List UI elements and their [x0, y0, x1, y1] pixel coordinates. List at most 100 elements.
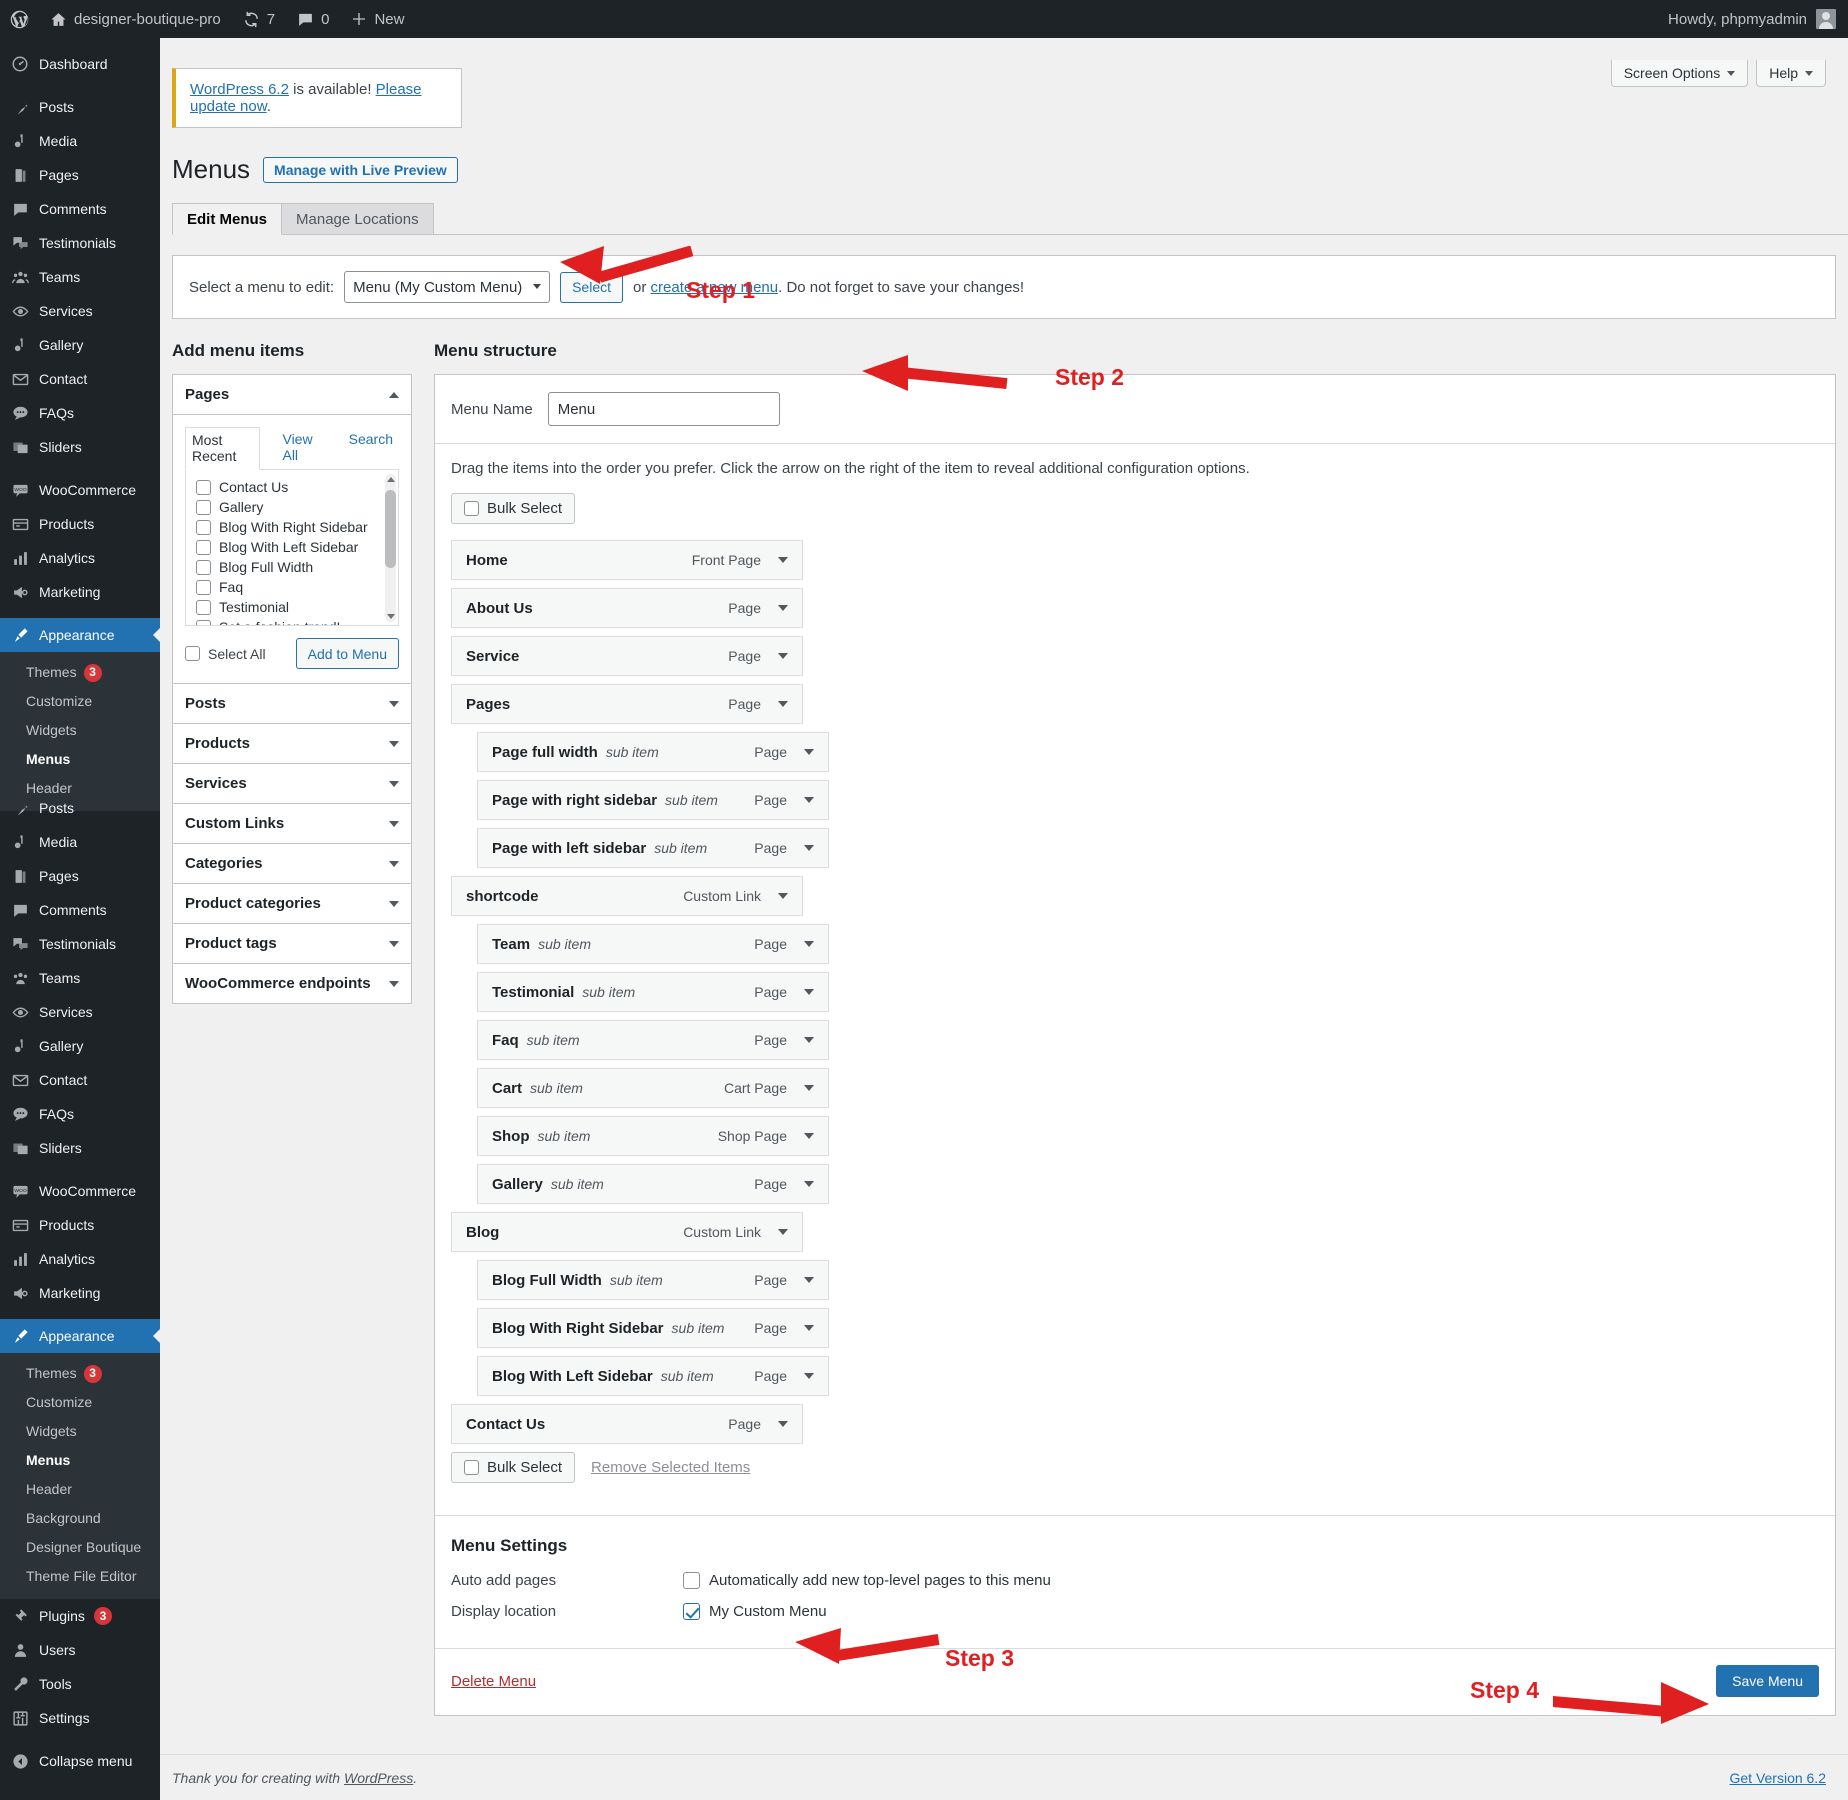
auto-add-pages-control[interactable]: Automatically add new top-level pages to… [683, 1572, 1051, 1589]
sidebar-item-services[interactable]: Services [0, 294, 160, 328]
sidebar-item-appearance-2[interactable]: Appearance [0, 1319, 160, 1353]
screen-options-button[interactable]: Screen Options [1610, 60, 1749, 87]
chevron-down-icon[interactable] [778, 893, 788, 899]
site-name[interactable]: designer-boutique-pro [39, 0, 232, 38]
submenu-item-menus[interactable]: Menus [0, 745, 160, 774]
menu-item-row[interactable]: Blog Full Width sub item Page [477, 1260, 829, 1300]
chevron-down-icon[interactable] [778, 653, 788, 659]
menu-item-row[interactable]: Faq sub item Page [477, 1020, 829, 1060]
bulk-select-top[interactable]: Bulk Select [451, 493, 576, 524]
sidebar-item-posts[interactable]: Posts [0, 90, 160, 124]
sidebar-item-comments[interactable]: Comments [0, 192, 160, 226]
list-item[interactable]: Blog Full Width [186, 557, 398, 577]
checkbox[interactable] [196, 479, 211, 495]
chevron-down-icon[interactable] [804, 797, 814, 803]
sidebar-item-teams-2[interactable]: Teams [0, 961, 160, 995]
save-menu-button[interactable]: Save Menu [1716, 1665, 1819, 1697]
menu-item-row[interactable]: Page with left sidebar sub item Page [477, 828, 829, 868]
menu-item-row[interactable]: Page with right sidebar sub item Page [477, 780, 829, 820]
sidebar-item-users[interactable]: Users [0, 1633, 160, 1667]
manage-live-preview-button[interactable]: Manage with Live Preview [263, 156, 458, 183]
sidebar-item-analytics[interactable]: Analytics [0, 541, 160, 575]
submenu-item-header[interactable]: Header [0, 1475, 160, 1504]
bulk-select-checkbox[interactable] [464, 501, 479, 516]
menu-item-row[interactable]: Home Front Page [451, 540, 803, 580]
sidebar-item-woocommerce[interactable]: WOO WooCommerce [0, 473, 160, 507]
sidebar-item-contact[interactable]: Contact [0, 362, 160, 396]
menu-item-row[interactable]: Blog With Left Sidebar sub item Page [477, 1356, 829, 1396]
select-all-control[interactable]: Select All [185, 646, 266, 662]
chevron-down-icon[interactable] [804, 989, 814, 995]
menu-item-row[interactable]: About Us Page [451, 588, 803, 628]
scroll-up-icon[interactable] [387, 477, 395, 482]
submenu-item-themes[interactable]: Themes 3 [0, 658, 160, 687]
sidebar-item-sliders[interactable]: Sliders [0, 430, 160, 464]
pages-tabbar[interactable]: Most Recent View All Search [185, 427, 399, 470]
chevron-down-icon[interactable] [804, 749, 814, 755]
chevron-down-icon[interactable] [804, 1133, 814, 1139]
chevron-down-icon[interactable] [778, 701, 788, 707]
chevron-down-icon[interactable] [389, 820, 399, 827]
chevron-up-icon[interactable] [389, 391, 399, 398]
menu-select-dropdown[interactable]: Menu (My Custom Menu) [344, 271, 551, 303]
sidebar-item-faqs[interactable]: FAQs [0, 396, 160, 430]
checkbox[interactable] [196, 559, 211, 575]
list-item[interactable]: Blog With Right Sidebar [186, 517, 398, 537]
menu-select-wrapper[interactable]: Menu (My Custom Menu) [344, 271, 551, 303]
add-to-menu-button[interactable]: Add to Menu [295, 638, 399, 669]
updates-indicator[interactable]: 7 [232, 0, 286, 38]
admin-sidebar[interactable]: Dashboard Posts Media Pages Comments Tes… [0, 38, 160, 1800]
sidebar-item-marketing[interactable]: Marketing [0, 575, 160, 609]
bulk-select-checkbox[interactable] [464, 1460, 479, 1475]
remove-selected-items-link[interactable]: Remove Selected Items [591, 1459, 750, 1476]
checkbox[interactable] [196, 579, 211, 595]
tab-view-all[interactable]: View All [276, 427, 326, 469]
pages-accordion-header[interactable]: Pages [173, 375, 411, 415]
display-location-control[interactable]: My Custom Menu [683, 1603, 827, 1620]
wordpress-logo-icon[interactable] [0, 0, 39, 38]
sidebar-item-gallery[interactable]: Gallery [0, 328, 160, 362]
chevron-down-icon[interactable] [778, 1229, 788, 1235]
tab-manage-locations[interactable]: Manage Locations [281, 203, 434, 234]
list-item[interactable]: Faq [186, 577, 398, 597]
appearance-submenu-full[interactable]: Themes 3 Customize Widgets Menus Header … [0, 1353, 160, 1599]
sidebar-item-gallery-2[interactable]: Gallery [0, 1029, 160, 1063]
sidebar-item-faqs-2[interactable]: FAQs [0, 1097, 160, 1131]
scroll-down-icon[interactable] [387, 614, 395, 619]
accordion-product-tags[interactable]: Product tags [173, 924, 411, 964]
list-item[interactable]: Blog With Left Sidebar [186, 537, 398, 557]
accordion-product-categories[interactable]: Product categories [173, 884, 411, 924]
delete-menu-link[interactable]: Delete Menu [451, 1673, 536, 1690]
chevron-down-icon[interactable] [389, 700, 399, 707]
sidebar-item-products[interactable]: Products [0, 507, 160, 541]
sidebar-item-teams[interactable]: Teams [0, 260, 160, 294]
submenu-item-customize[interactable]: Customize [0, 687, 160, 716]
chevron-down-icon[interactable] [804, 845, 814, 851]
sidebar-item-marketing-2[interactable]: Marketing [0, 1276, 160, 1310]
display-location-checkbox[interactable] [683, 1603, 700, 1620]
sidebar-item-posts-2[interactable]: Posts [0, 791, 160, 825]
list-item[interactable]: Set a fashion trend! [186, 617, 398, 625]
list-item[interactable]: Gallery [186, 497, 398, 517]
auto-add-pages-checkbox[interactable] [683, 1572, 700, 1589]
sidebar-item-contact-2[interactable]: Contact [0, 1063, 160, 1097]
menu-item-row[interactable]: shortcode Custom Link [451, 876, 803, 916]
accordion-custom-links[interactable]: Custom Links [173, 804, 411, 844]
screen-meta-links[interactable]: Screen Options Help [1610, 60, 1826, 87]
new-content-button[interactable]: New [340, 0, 415, 38]
chevron-down-icon[interactable] [389, 860, 399, 867]
sidebar-item-comments-2[interactable]: Comments [0, 893, 160, 927]
submenu-item-widgets[interactable]: Widgets [0, 716, 160, 745]
chevron-down-icon[interactable] [389, 980, 399, 987]
menu-item-row[interactable]: Team sub item Page [477, 924, 829, 964]
chevron-down-icon[interactable] [778, 1421, 788, 1427]
accordion-categories[interactable]: Categories [173, 844, 411, 884]
menu-item-row[interactable]: Contact Us Page [451, 1404, 803, 1444]
menu-item-row[interactable]: Cart sub item Cart Page [477, 1068, 829, 1108]
chevron-down-icon[interactable] [778, 557, 788, 563]
chevron-down-icon[interactable] [804, 941, 814, 947]
menu-item-row[interactable]: Testimonial sub item Page [477, 972, 829, 1012]
bulk-select-bottom[interactable]: Bulk Select [451, 1452, 576, 1483]
list-item[interactable]: Contact Us [186, 477, 398, 497]
comments-indicator[interactable]: 0 [286, 0, 340, 38]
